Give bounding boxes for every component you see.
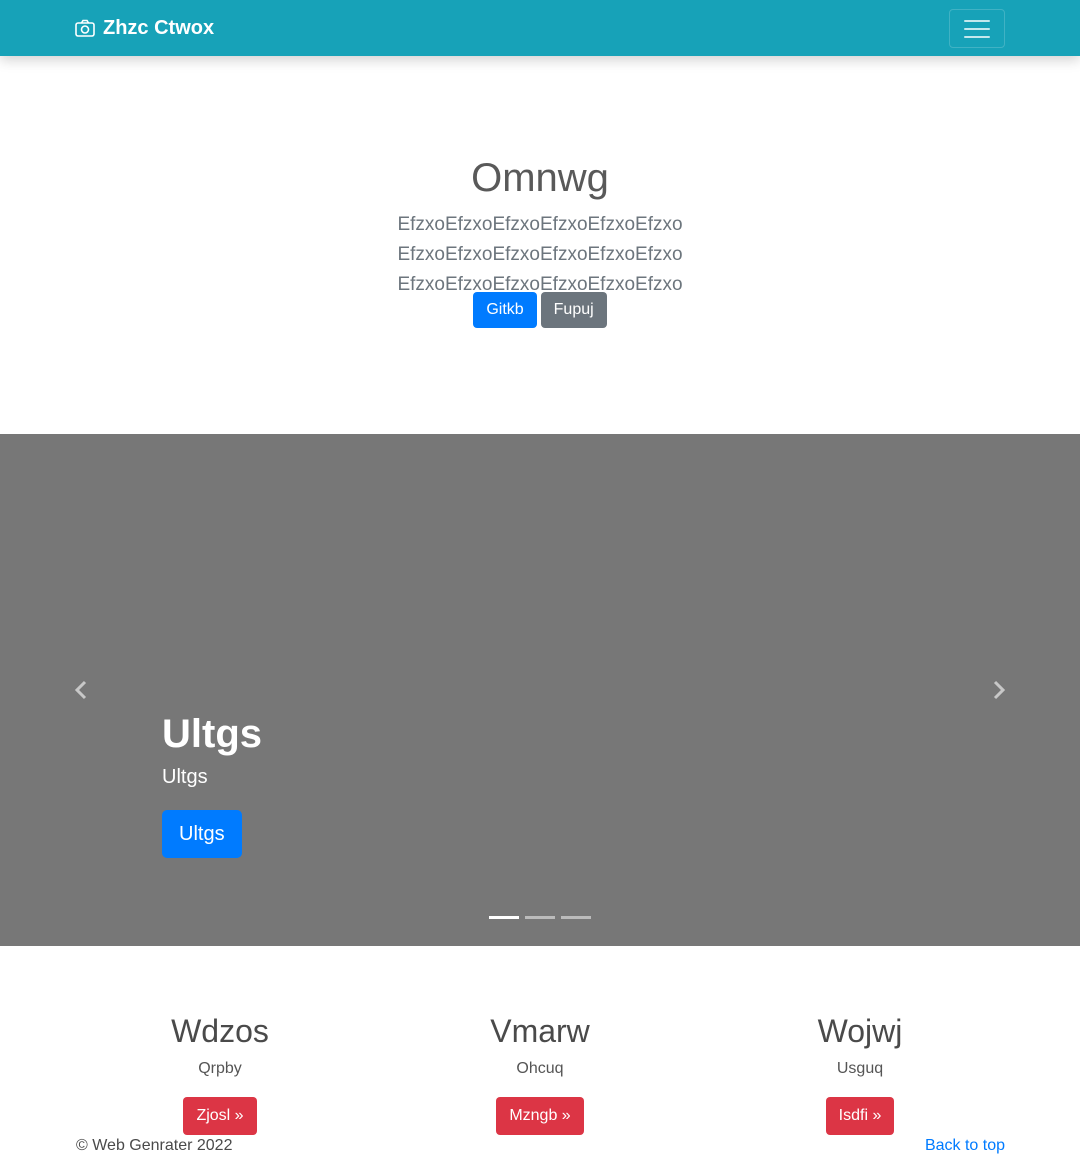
navbar-toggle-button[interactable]: [949, 9, 1005, 48]
carousel-indicator-2[interactable]: [525, 916, 555, 919]
brand-name: Zhzc Ctwox: [103, 17, 215, 39]
hero-section: Omnwg EfzxoEfzxoEfzxoEfzxoEfzxoEfzxo Efz…: [0, 56, 1080, 434]
feature-title: Wojwj: [817, 1013, 903, 1049]
carousel-caption-text: Ultgs: [162, 766, 208, 788]
chevron-left-icon[interactable]: [72, 680, 92, 700]
brand-link[interactable]: Zhzc Ctwox: [75, 16, 214, 40]
feature-button[interactable]: Mzngb »: [496, 1097, 584, 1135]
feature-columns: Wdzos Qrpby Zjosl » Vmarw Ohcuq Mzngb » …: [60, 1010, 1020, 1140]
feature-title: Wdzos: [171, 1013, 269, 1049]
hero-lead: EfzxoEfzxoEfzxoEfzxoEfzxoEfzxo EfzxoEfzx…: [397, 214, 683, 295]
camera-icon: [75, 19, 95, 37]
feature-column: Vmarw Ohcuq Mzngb »: [380, 1010, 700, 1135]
feature-text: Ohcuq: [516, 1060, 564, 1077]
top-navbar: Zhzc Ctwox: [0, 0, 1080, 56]
feature-text: Usguq: [836, 1060, 884, 1077]
hero-primary-button[interactable]: Gitkb: [473, 292, 537, 328]
feature-button[interactable]: Zjosl »: [183, 1097, 257, 1135]
back-to-top-link[interactable]: Back to top: [925, 1136, 1005, 1156]
copyright-text: © Web Genrater 2022: [76, 1137, 233, 1154]
carousel-indicator-3[interactable]: [561, 916, 591, 919]
hero-buttons: Gitkb Fupuj: [0, 292, 1080, 328]
hero-secondary-button[interactable]: Fupuj: [540, 292, 607, 328]
carousel: Ultgs Ultgs Ultgs: [0, 434, 1080, 946]
chevron-right-icon[interactable]: [988, 680, 1008, 700]
feature-text: Qrpby: [198, 1060, 242, 1077]
carousel-indicators: [0, 916, 1080, 919]
carousel-caption-button[interactable]: Ultgs: [162, 810, 242, 858]
feature-button[interactable]: Isdfi »: [825, 1097, 895, 1135]
feature-column: Wojwj Usguq Isdfi »: [700, 1010, 1020, 1135]
hero-title: Omnwg: [471, 156, 609, 200]
carousel-indicator-1[interactable]: [489, 916, 519, 919]
feature-title: Vmarw: [490, 1013, 590, 1049]
feature-column: Wdzos Qrpby Zjosl »: [60, 1010, 380, 1135]
hamburger-menu-icon: [964, 19, 990, 22]
carousel-caption-title: Ultgs: [162, 712, 262, 756]
page-footer: © Web Genrater 2022 Back to top: [0, 1132, 1080, 1158]
